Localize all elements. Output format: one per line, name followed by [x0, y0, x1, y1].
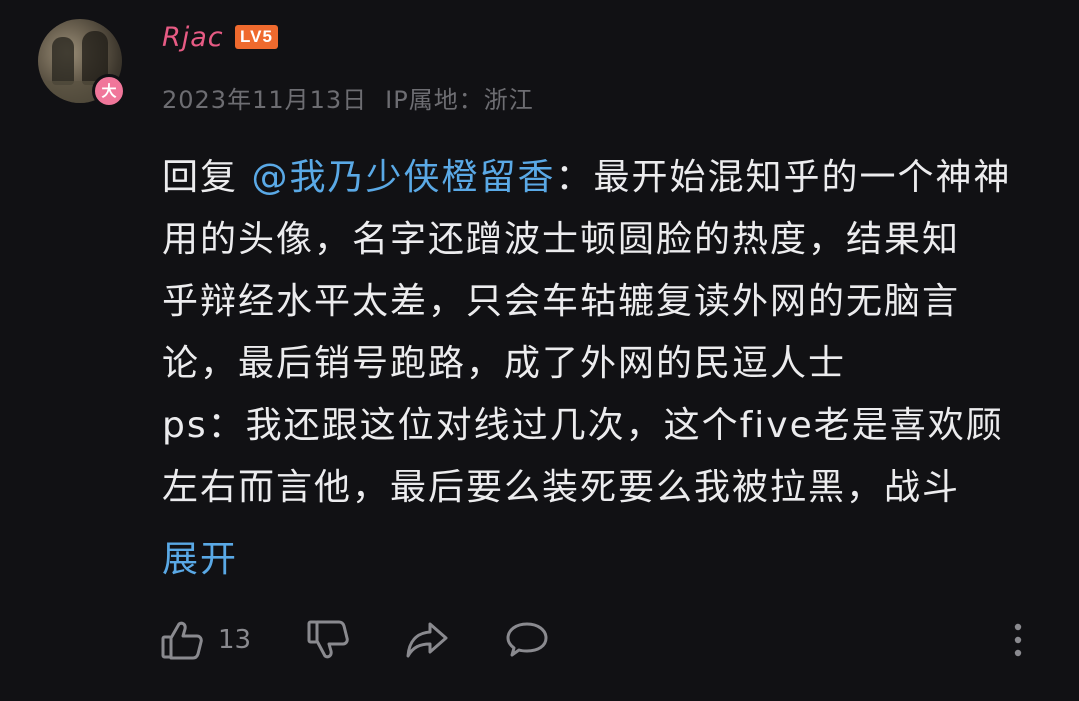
- share-icon: [404, 618, 450, 662]
- comment-button[interactable]: [504, 616, 550, 664]
- comment-line: 左右而言他，最后要么装死要么我被拉黑，战斗: [162, 467, 961, 508]
- mention-link[interactable]: @我乃少侠橙留香: [251, 157, 555, 198]
- comment-icon: [504, 618, 550, 662]
- comment-line: 乎辩经水平太差，只会车轱辘复读外网的无脑言: [162, 281, 961, 322]
- like-count: 13: [218, 625, 252, 655]
- share-button[interactable]: [404, 616, 450, 664]
- comment-body: 回复 @我乃少侠橙留香：最开始混知乎的一个神神 用的头像，名字还蹭波士顿圆脸的热…: [162, 147, 1052, 519]
- dislike-button[interactable]: [306, 616, 350, 664]
- vip-badge: 大: [92, 74, 126, 108]
- reply-prefix: 回复: [162, 157, 252, 198]
- comment-actions: 13: [160, 616, 1040, 666]
- comment-text: ：最开始混知乎的一个神神: [555, 157, 1012, 198]
- expand-link[interactable]: 展开: [162, 529, 238, 591]
- comment-line: 回复 @我乃少侠橙留香：最开始混知乎的一个神神: [162, 147, 1052, 209]
- thumbs-up-icon: [160, 618, 204, 662]
- level-badge: LV5: [235, 25, 278, 49]
- comment-line: ps：我还跟这位对线过几次，这个five老是喜欢顾: [162, 405, 1004, 446]
- comment-date: 2023年11月13日: [162, 86, 368, 114]
- like-button[interactable]: 13: [160, 616, 251, 664]
- comment-line: 用的头像，名字还蹭波士顿圆脸的热度，结果知: [162, 219, 961, 260]
- thumbs-down-icon: [306, 618, 350, 662]
- ip-location: IP属地：浙江: [385, 86, 534, 114]
- more-options-button[interactable]: [1012, 616, 1024, 664]
- comment-line: 论，最后销号跑路，成了外网的民逗人士: [162, 343, 847, 384]
- username[interactable]: Rjac: [162, 22, 224, 53]
- comment-meta: 2023年11月13日 IP属地：浙江: [162, 80, 552, 115]
- more-vertical-icon: [1012, 620, 1024, 660]
